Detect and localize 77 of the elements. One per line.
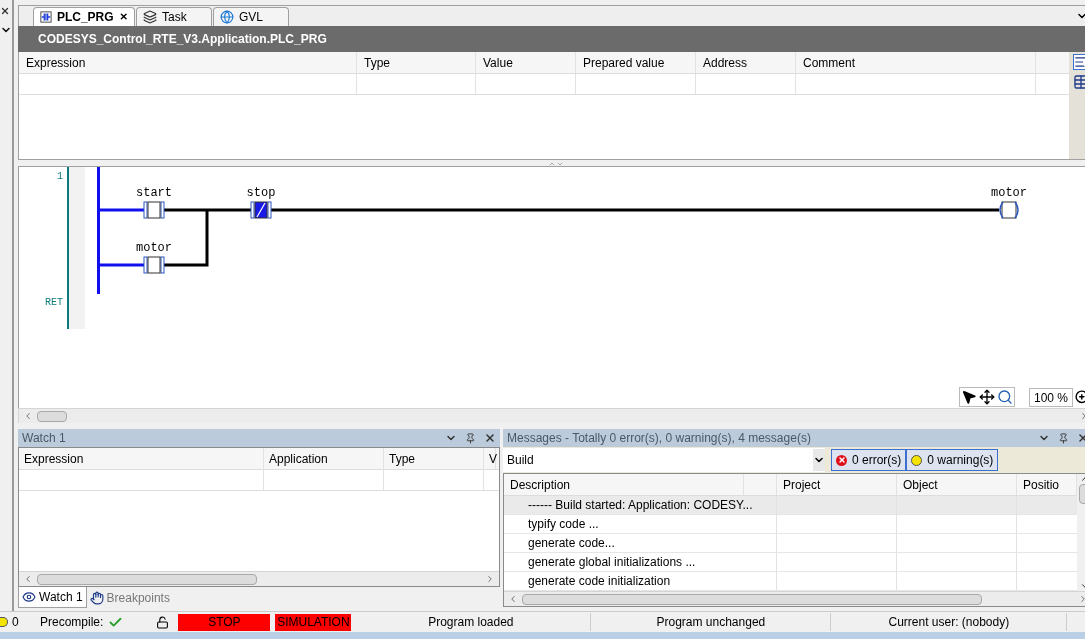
scroll-thumb[interactable] [522, 593, 982, 605]
document-tab[interactable]: Task [136, 6, 212, 26]
panel-tab[interactable]: Watch 1 [18, 587, 87, 608]
horizontal-scrollbar[interactable] [18, 408, 1085, 424]
document-tab[interactable]: PLC_PRG [33, 6, 135, 26]
pin-icon[interactable] [1058, 432, 1069, 444]
column-header[interactable]: Project [777, 474, 897, 495]
column-header[interactable]: Application [264, 448, 384, 469]
pin-icon[interactable] [465, 432, 476, 444]
editor-title-bar: CODESYS_Control_RTE_V3.Application.PLC_PRG [18, 25, 1085, 53]
scroll-thumb[interactable] [37, 573, 257, 585]
variable-label: start [136, 186, 172, 201]
table-view-icon[interactable] [1073, 74, 1085, 91]
horizontal-scrollbar[interactable] [504, 591, 1085, 606]
scroll-left-icon[interactable] [508, 594, 518, 604]
message-row[interactable]: typify code ... [504, 515, 1077, 534]
column-header[interactable]: Address [696, 52, 796, 74]
close-icon[interactable] [118, 11, 128, 23]
column-header[interactable]: Expression [19, 52, 357, 74]
hand-icon [89, 590, 104, 605]
message-row[interactable]: generate global initializations ... [504, 553, 1077, 572]
current-user: Current user: (nobody) [831, 613, 1068, 631]
panel-title: Watch 1 [22, 430, 66, 447]
warnings-filter-button[interactable]: 0 warning(s) [906, 449, 999, 471]
coil-symbol[interactable] [999, 201, 1019, 220]
message-row[interactable]: generate code... [504, 534, 1077, 553]
magnifier-tool-icon[interactable] [996, 389, 1013, 406]
return-label: RET [45, 297, 63, 309]
contact-symbol[interactable] [143, 201, 165, 219]
error-icon [836, 454, 847, 466]
errors-filter-button[interactable]: 0 error(s) [831, 449, 907, 471]
change-status: Program unchanged [591, 613, 832, 631]
zoom-level[interactable]: 100 % [1028, 387, 1073, 407]
contact-symbol[interactable] [143, 256, 165, 274]
scroll-thumb[interactable] [37, 410, 67, 422]
line-number: 1 [57, 171, 63, 183]
variable-label: motor [991, 186, 1027, 201]
column-header[interactable]: Object [897, 474, 1017, 495]
scroll-right-icon[interactable] [485, 574, 495, 584]
dropdown-icon[interactable] [813, 449, 825, 471]
pan-tool-icon[interactable] [978, 389, 995, 406]
message-filter-dropdown[interactable]: Build [503, 448, 825, 472]
scroll-left-icon[interactable] [23, 411, 33, 422]
precompile-label: Precompile: [40, 614, 104, 631]
warning-icon [911, 454, 923, 466]
negated-contact-symbol[interactable] [250, 201, 272, 219]
column-header[interactable]: Expression [19, 448, 264, 469]
close-icon[interactable] [0, 6, 10, 16]
program-status: Program loaded [351, 613, 592, 631]
plc-state: STOP [178, 613, 271, 631]
message-row[interactable]: generate code initialization [504, 572, 1077, 591]
variable-label: motor [136, 241, 172, 256]
column-header[interactable]: V [484, 448, 496, 469]
scroll-right-icon[interactable] [1078, 594, 1085, 604]
globe-icon [220, 9, 234, 24]
column-header[interactable]: Value [476, 52, 576, 74]
warning-count: 0 [12, 614, 20, 631]
warning-count-icon [0, 617, 8, 627]
message-row[interactable]: ------ Build started: Application: CODESY... [504, 496, 1077, 515]
variable-label: stop [246, 186, 276, 201]
column-header[interactable]: Description [504, 474, 744, 495]
pointer-tool-icon[interactable] [960, 389, 977, 406]
text-view-icon[interactable] [1073, 54, 1085, 71]
close-icon[interactable] [484, 432, 496, 444]
column-header[interactable]: Prepared value [576, 52, 696, 74]
plc-mode: SIMULATION [275, 613, 352, 631]
column-header[interactable]: Type [357, 52, 476, 74]
column-header[interactable]: Type [384, 448, 484, 469]
layers-icon [143, 9, 157, 24]
scroll-left-icon[interactable] [23, 574, 33, 584]
lock-icon[interactable] [156, 615, 170, 629]
panel-tab[interactable]: Breakpoints [86, 587, 173, 608]
ladder-icon [40, 9, 52, 24]
horizontal-scrollbar[interactable] [19, 571, 499, 586]
column-header[interactable]: Comment [796, 52, 1036, 74]
document-tab[interactable]: GVL [213, 6, 289, 26]
panel-title: Messages - Totally 0 error(s), 0 warning(s), 4 message(s) [507, 430, 811, 447]
